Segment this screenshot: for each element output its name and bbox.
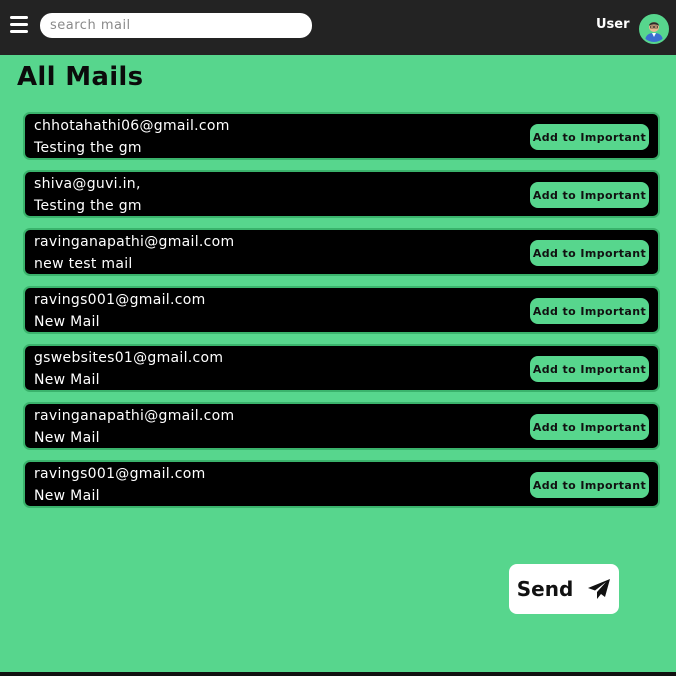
send-label: Send (516, 577, 574, 601)
mail-list-item[interactable]: ravinganapathi@gmail.com New Mail Add to… (23, 402, 660, 450)
add-to-important-button[interactable]: Add to Important (530, 472, 649, 498)
mail-list-item[interactable]: ravinganapathi@gmail.com new test mail A… (23, 228, 660, 276)
add-to-important-button[interactable]: Add to Important (530, 356, 649, 382)
mail-sender: gswebsites01@gmail.com (34, 350, 224, 366)
mail-subject: Testing the gm (34, 140, 142, 156)
mail-sender: chhotahathi06@gmail.com (34, 118, 230, 134)
mail-subject: New Mail (34, 430, 100, 446)
mail-list: chhotahathi06@gmail.com Testing the gm A… (23, 112, 660, 518)
mail-list-item[interactable]: ravings001@gmail.com New Mail Add to Imp… (23, 460, 660, 508)
hamburger-menu-icon[interactable] (10, 16, 28, 33)
paper-plane-icon (588, 579, 611, 599)
mail-sender: ravings001@gmail.com (34, 466, 206, 482)
bottom-border (0, 672, 676, 676)
mail-list-item[interactable]: shiva@guvi.in, Testing the gm Add to Imp… (23, 170, 660, 218)
search-input[interactable] (40, 13, 312, 38)
mail-list-item[interactable]: chhotahathi06@gmail.com Testing the gm A… (23, 112, 660, 160)
add-to-important-button[interactable]: Add to Important (530, 414, 649, 440)
mail-list-item[interactable]: ravings001@gmail.com New Mail Add to Imp… (23, 286, 660, 334)
mail-subject: New Mail (34, 314, 100, 330)
mail-list-item[interactable]: gswebsites01@gmail.com New Mail Add to I… (23, 344, 660, 392)
mail-sender: ravings001@gmail.com (34, 292, 206, 308)
mail-subject: Testing the gm (34, 198, 142, 214)
mail-sender: ravinganapathi@gmail.com (34, 408, 235, 424)
add-to-important-button[interactable]: Add to Important (530, 124, 649, 150)
add-to-important-button[interactable]: Add to Important (530, 298, 649, 324)
mail-subject: New Mail (34, 372, 100, 388)
user-label: User (596, 17, 630, 32)
add-to-important-button[interactable]: Add to Important (530, 240, 649, 266)
mail-sender: ravinganapathi@gmail.com (34, 234, 235, 250)
mail-subject: New Mail (34, 488, 100, 504)
mail-subject: new test mail (34, 256, 133, 272)
send-button[interactable]: Send (509, 564, 619, 614)
top-navbar: User (0, 0, 676, 55)
page-title: All Mails (17, 62, 144, 92)
mail-sender: shiva@guvi.in, (34, 176, 141, 192)
add-to-important-button[interactable]: Add to Important (530, 182, 649, 208)
user-avatar-icon[interactable] (639, 14, 669, 44)
